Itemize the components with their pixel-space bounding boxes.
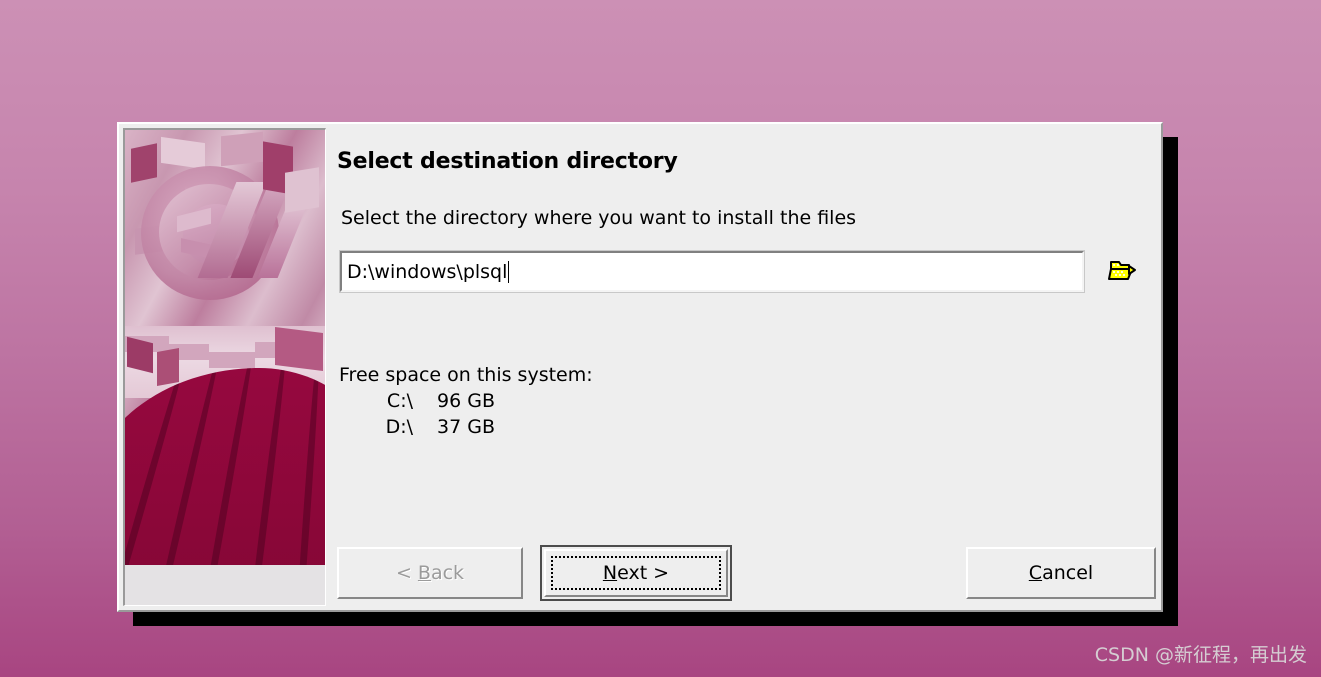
destination-path-input[interactable]: D:\windows\plsql bbox=[339, 250, 1085, 293]
cancel-button[interactable]: Cancel bbox=[966, 547, 1156, 599]
free-space-row: D:\ 37 GB bbox=[339, 416, 593, 438]
dialog-content: Select destination directory Select the … bbox=[326, 124, 1161, 610]
installer-artwork-panel bbox=[123, 128, 326, 606]
artwork-facet bbox=[285, 167, 319, 213]
destination-path-row: D:\windows\plsql bbox=[339, 250, 1156, 293]
free-space-drive: C:\ bbox=[386, 390, 413, 412]
artwork-facet bbox=[275, 327, 323, 371]
free-space-drive: D:\ bbox=[385, 416, 413, 438]
free-space-heading: Free space on this system: bbox=[339, 364, 593, 386]
free-space-size: 96 GB bbox=[437, 390, 495, 412]
next-button-label: Next > bbox=[602, 562, 670, 584]
page-title: Select destination directory bbox=[337, 149, 678, 174]
cancel-button-label: Cancel bbox=[1028, 562, 1094, 584]
artwork-facet bbox=[127, 336, 153, 374]
dialog-button-bar: < Back Next > Cancel bbox=[326, 545, 1161, 601]
artwork-facet bbox=[221, 131, 263, 167]
artwork-footer-band bbox=[125, 565, 325, 605]
open-folder-icon bbox=[1108, 260, 1136, 280]
text-caret bbox=[508, 260, 510, 283]
artwork-step bbox=[209, 352, 255, 368]
free-space-info: Free space on this system: C:\ 96 GB D:\… bbox=[339, 364, 593, 438]
dialog-inner: Select destination directory Select the … bbox=[119, 124, 1161, 610]
page-subtitle: Select the directory where you want to i… bbox=[341, 207, 857, 229]
artwork-facet bbox=[131, 143, 157, 183]
free-space-row: C:\ 96 GB bbox=[339, 390, 593, 412]
csdn-watermark: CSDN @新征程，再出发 bbox=[1094, 644, 1307, 666]
free-space-size: 37 GB bbox=[437, 416, 495, 438]
destination-path-value: D:\windows\plsql bbox=[347, 260, 508, 283]
next-button[interactable]: Next > bbox=[540, 545, 732, 601]
browse-folder-button[interactable] bbox=[1108, 259, 1138, 285]
back-button[interactable]: < Back bbox=[337, 547, 523, 599]
installer-dialog: Select destination directory Select the … bbox=[117, 122, 1163, 612]
back-button-label: < Back bbox=[395, 562, 465, 584]
